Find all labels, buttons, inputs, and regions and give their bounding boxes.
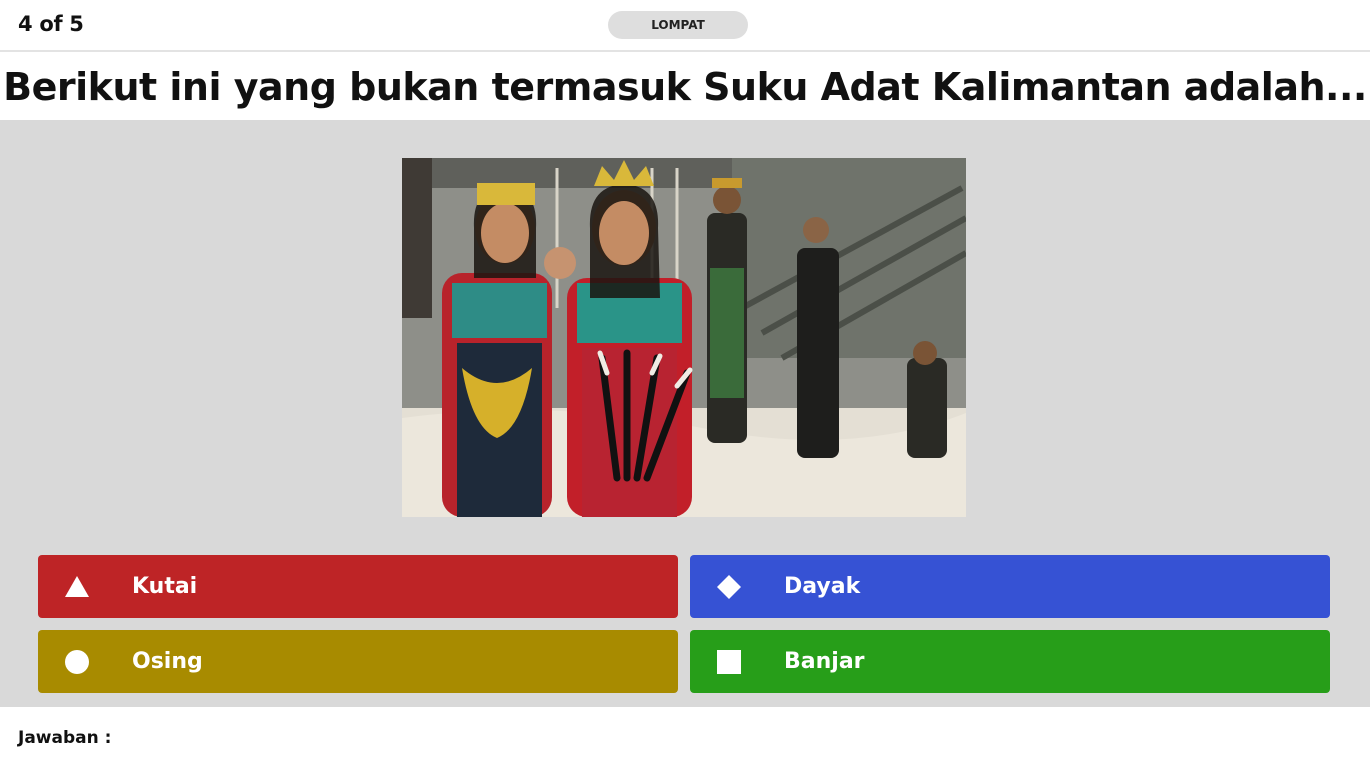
- answer-option-2[interactable]: Dayak: [690, 555, 1330, 618]
- diamond-icon: [716, 574, 742, 600]
- circle-icon: [64, 649, 90, 675]
- question-counter: 4 of 5: [18, 12, 84, 36]
- answer-label: Banjar: [784, 649, 865, 674]
- answer-label: Osing: [132, 649, 203, 674]
- answer-option-3[interactable]: Osing: [38, 630, 678, 693]
- top-bar: 4 of 5 LOMPAT: [0, 0, 1370, 52]
- answer-result-label: Jawaban :: [18, 728, 112, 748]
- question-image: [402, 158, 966, 517]
- square-icon: [716, 649, 742, 675]
- answer-label: Dayak: [784, 574, 861, 599]
- question-title: Berikut ini yang bukan termasuk Suku Ada…: [0, 54, 1370, 120]
- footer: Jawaban :: [0, 707, 1370, 768]
- answer-option-4[interactable]: Banjar: [690, 630, 1330, 693]
- triangle-icon: [64, 574, 90, 600]
- question-stage: Kutai Dayak Osing Banjar: [0, 120, 1370, 707]
- answer-option-1[interactable]: Kutai: [38, 555, 678, 618]
- skip-button[interactable]: LOMPAT: [608, 11, 748, 39]
- answer-label: Kutai: [132, 574, 198, 599]
